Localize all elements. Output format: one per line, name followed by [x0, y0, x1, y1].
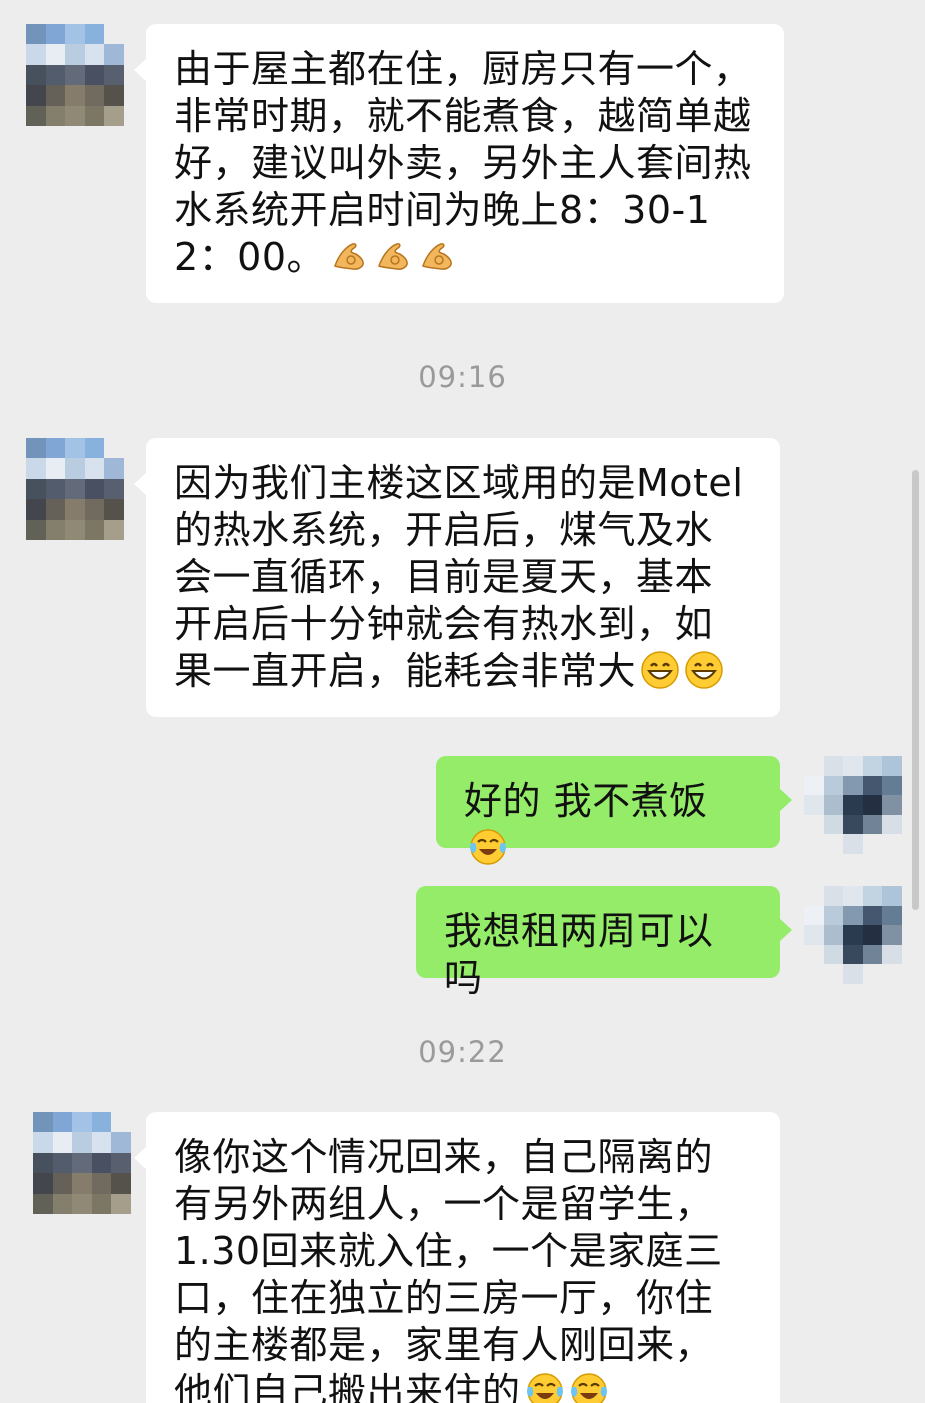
message-bubble-4[interactable]: 我想租两周可以吗 [416, 886, 792, 1000]
timestamp: 09:22 [418, 1035, 507, 1069]
grin-icon [640, 650, 680, 690]
tears-of-joy-icon [525, 1371, 565, 1403]
my-avatar[interactable] [804, 886, 902, 984]
my-avatar[interactable] [804, 756, 902, 854]
message-bubble-1[interactable]: 由于屋主都在住，厨房只有一个，非常时期，就不能煮食，越简单越好，建议叫外卖，另外… [134, 24, 784, 303]
message-text-4: 我想租两周可以吗 [444, 909, 714, 1000]
tears-of-joy-icon [468, 827, 508, 867]
host-avatar[interactable] [33, 1112, 131, 1214]
chat-scrollbar[interactable] [912, 470, 919, 910]
grin-icon [684, 650, 724, 690]
message-text-5: 像你这个情况回来，自己隔离的有另外两组人，一个是留学生，1.30回来就入住，一个… [174, 1135, 723, 1403]
message-bubble-2[interactable]: 因为我们主楼这区域用的是Motel的热水系统，开启后，煤气及水会一直循环，目前是… [134, 438, 780, 717]
message-bubble-5[interactable]: 像你这个情况回来，自己隔离的有另外两组人，一个是留学生，1.30回来就入住，一个… [134, 1112, 780, 1403]
timestamp: 09:16 [418, 360, 507, 394]
tears-of-joy-icon [569, 1371, 609, 1403]
message-text-1: 由于屋主都在住，厨房只有一个，非常时期，就不能煮食，越简单越好，建议叫外卖，另外… [174, 47, 752, 279]
host-avatar[interactable] [26, 438, 124, 540]
ok-hand-icon [329, 236, 369, 276]
message-text-3: 好的 我不煮饭 [464, 779, 708, 823]
chat-window[interactable]: 由于屋主都在住，厨房只有一个，非常时期，就不能煮食，越简单越好，建议叫外卖，另外… [0, 0, 925, 1403]
host-avatar[interactable] [26, 24, 124, 126]
ok-hand-icon [417, 236, 457, 276]
ok-hand-icon [373, 236, 413, 276]
message-bubble-3[interactable]: 好的 我不煮饭 [436, 756, 792, 865]
